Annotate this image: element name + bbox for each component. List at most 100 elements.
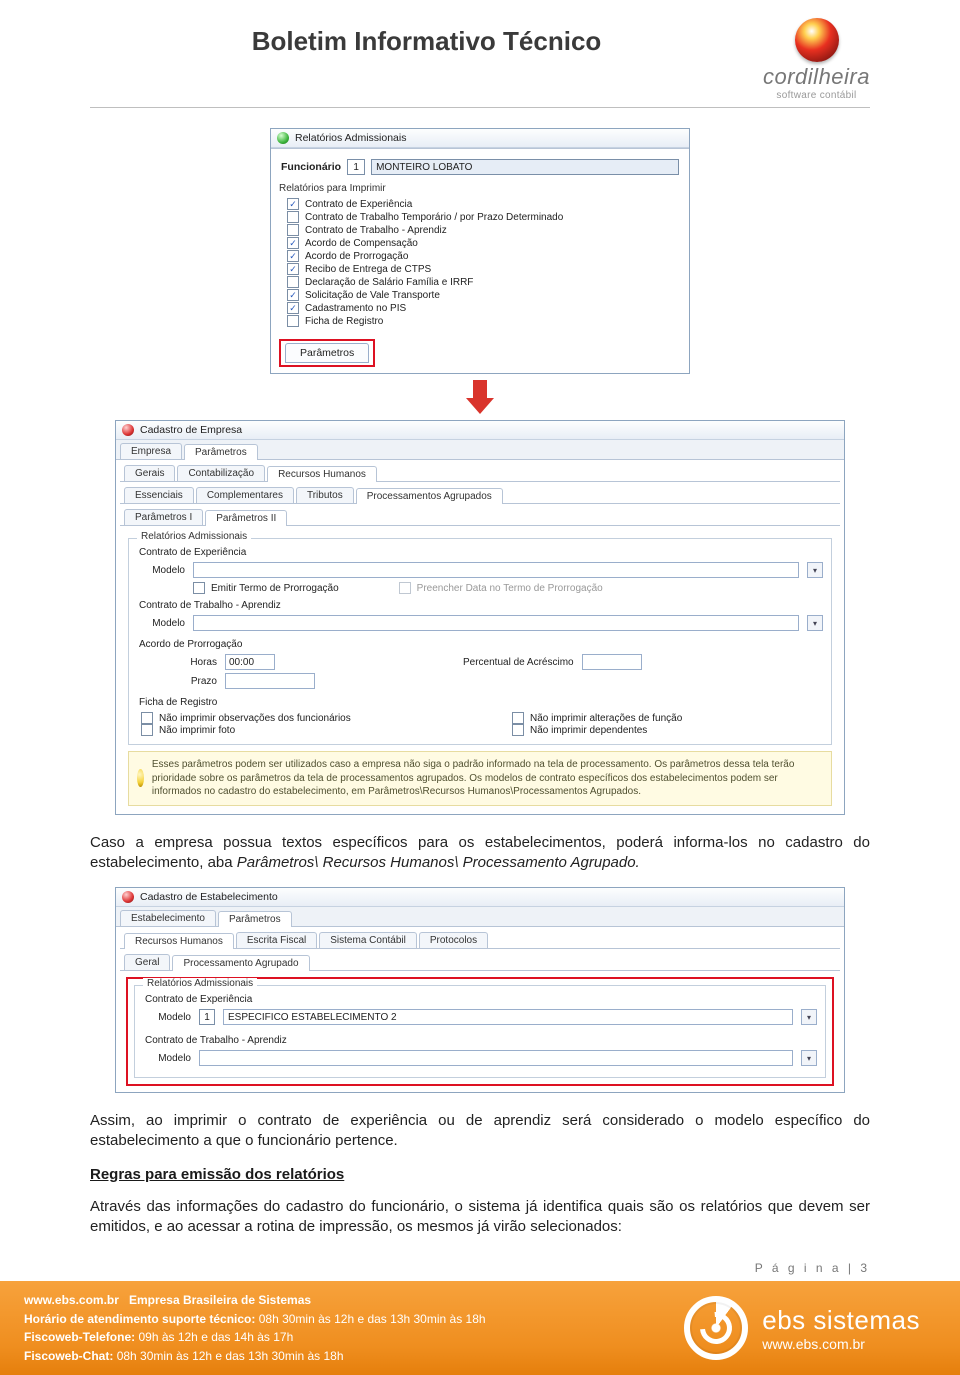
tab-gerais[interactable]: Gerais [124, 465, 175, 481]
tab-complementares[interactable]: Complementares [196, 487, 294, 503]
modelo-aprendiz-estab-dropdown[interactable]: ▾ [801, 1050, 817, 1066]
footer-line1-label: Horário de atendimento suporte técnico: [24, 1312, 255, 1326]
tab-par-metros-ii[interactable]: Parâmetros II [205, 510, 287, 526]
checkbox-row: Não imprimir foto [141, 724, 452, 736]
dialog-cadastro-estabelecimento: Cadastro de Estabelecimento Estabelecime… [115, 887, 845, 1093]
modelo-aprendiz-estab-input[interactable] [199, 1050, 793, 1066]
tab-par-metros[interactable]: Parâmetros [184, 444, 258, 460]
contrato-aprendiz-caption: Contrato de Trabalho - Aprendiz [145, 1035, 817, 1046]
modelo-experiencia-estab-input[interactable]: ESPECIFICO ESTABELECIMENTO 2 [223, 1009, 793, 1025]
paragraph-3: Através das informações do cadastro do f… [90, 1197, 870, 1238]
tab-par-metros[interactable]: Parâmetros [218, 911, 292, 927]
dialog3-title: Cadastro de Estabelecimento [140, 891, 278, 903]
horas-input[interactable]: 00:00 [225, 654, 275, 670]
list-caption: Relatórios para Imprimir [279, 183, 683, 194]
footer-info: www.ebs.com.br Empresa Brasileira de Sis… [24, 1291, 486, 1365]
page-footer: www.ebs.com.br Empresa Brasileira de Sis… [0, 1281, 960, 1375]
info-hint-box: Esses parâmetros podem ser utilizados ca… [128, 751, 832, 806]
checkbox-label: Não imprimir foto [159, 725, 235, 736]
parametros-tab[interactable]: Parâmetros [285, 343, 369, 363]
checkbox-label: Solicitação de Vale Transporte [305, 290, 440, 301]
dlg3-tabs-level2: Recursos HumanosEscrita FiscalSistema Co… [120, 929, 840, 948]
modelo-experiencia-dropdown[interactable]: ▾ [807, 562, 823, 578]
checkbox-row: Não imprimir observações dos funcionário… [141, 712, 452, 724]
checkbox[interactable] [512, 724, 524, 736]
footer-line3-value: 08h 30min às 12h e das 13h 30min às 18h [117, 1349, 344, 1363]
dialog1-titlebar: Relatórios Admissionais [271, 129, 689, 148]
checkbox-label: Não imprimir dependentes [530, 725, 647, 736]
tab-essenciais[interactable]: Essenciais [124, 487, 194, 503]
checkbox-label: Contrato de Experiência [305, 199, 412, 210]
percentual-label: Percentual de Acréscimo [463, 657, 574, 668]
tab-contabiliza-o[interactable]: Contabilização [177, 465, 265, 481]
checkbox[interactable] [287, 315, 299, 327]
checkbox[interactable] [287, 211, 299, 223]
tab-recursos-humanos[interactable]: Recursos Humanos [267, 466, 377, 482]
checkbox[interactable] [287, 198, 299, 210]
checkbox-row: Não imprimir dependentes [512, 724, 823, 736]
dialog2-titlebar: Cadastro de Empresa [116, 421, 844, 440]
checkbox-label: Acordo de Compensação [305, 238, 418, 249]
footer-url[interactable]: www.ebs.com.br [24, 1293, 119, 1307]
tab-geral[interactable]: Geral [124, 954, 170, 970]
chk-emitir-termo[interactable] [193, 582, 205, 594]
modelo-aprendiz-input[interactable] [193, 615, 799, 631]
checkbox[interactable] [287, 237, 299, 249]
tab-sistema-cont-bil[interactable]: Sistema Contábil [319, 932, 417, 948]
fieldset-relatorios-admissionais: Relatórios Admissionais Contrato de Expe… [128, 538, 832, 745]
checkbox[interactable] [287, 289, 299, 301]
ebs-brand-url[interactable]: www.ebs.com.br [762, 1336, 920, 1352]
modelo-label: Modelo [137, 565, 185, 576]
checkbox-row: Contrato de Experiência [287, 198, 683, 210]
checkbox-row: Contrato de Trabalho Temporário / por Pr… [287, 211, 683, 223]
dlg3-tabs-level3: GeralProcessamento Agrupado [120, 951, 840, 970]
checkbox[interactable] [141, 712, 153, 724]
paragraph-2: Assim, ao imprimir o contrato de experiê… [90, 1111, 870, 1152]
footer-line3-label: Fiscoweb-Chat: [24, 1349, 113, 1363]
tab-empresa[interactable]: Empresa [120, 443, 182, 459]
dlg2-tabs-level2: GeraisContabilizaçãoRecursos Humanos [120, 462, 840, 481]
checkbox[interactable] [512, 712, 524, 724]
dlg2-tabs-level4: Parâmetros IParâmetros II [120, 506, 840, 525]
tab-par-metros-i[interactable]: Parâmetros I [124, 509, 203, 525]
footer-line1-value: 08h 30min às 12h e das 13h 30min às 18h [259, 1312, 486, 1326]
horas-label: Horas [177, 657, 217, 668]
tab-tributos[interactable]: Tributos [296, 487, 354, 503]
tab-escrita-fiscal[interactable]: Escrita Fiscal [236, 932, 317, 948]
tab-processamentos-agrupados[interactable]: Processamentos Agrupados [356, 488, 503, 504]
tab-estabelecimento[interactable]: Estabelecimento [120, 910, 216, 926]
funcionario-id-field[interactable]: 1 [347, 159, 365, 175]
checkbox[interactable] [287, 263, 299, 275]
checkbox-label: Não imprimir alterações de função [530, 713, 682, 724]
paragraph-1: Caso a empresa possua textos específicos… [90, 833, 870, 874]
funcionario-label: Funcionário [281, 161, 341, 173]
tab-processamento-agrupado[interactable]: Processamento Agrupado [172, 955, 309, 971]
highlight-frame: Relatórios Admissionais Contrato de Expe… [126, 977, 834, 1086]
prazo-input[interactable] [225, 673, 315, 689]
tab-protocolos[interactable]: Protocolos [419, 932, 488, 948]
modelo-id-field[interactable]: 1 [199, 1009, 215, 1025]
page-header: Boletim Informativo Técnico cordilheira … [90, 0, 870, 101]
window-icon [122, 424, 134, 436]
checkbox[interactable] [287, 276, 299, 288]
modelo-aprendiz-dropdown[interactable]: ▾ [807, 615, 823, 631]
fieldset-relatorios-admissionais-estab: Relatórios Admissionais Contrato de Expe… [134, 985, 826, 1078]
ebs-brand-name: ebs sistemas [762, 1305, 920, 1336]
checkbox[interactable] [287, 302, 299, 314]
ficha-registro-caption: Ficha de Registro [139, 697, 823, 708]
checkbox-label: Ficha de Registro [305, 316, 383, 327]
header-divider [90, 107, 870, 108]
funcionario-name-field[interactable]: MONTEIRO LOBATO [371, 159, 679, 175]
dialog-relatorios-admissionais: Relatórios Admissionais Funcionário 1 MO… [270, 128, 690, 374]
percentual-input[interactable] [582, 654, 642, 670]
checkbox-row: Contrato de Trabalho - Aprendiz [287, 224, 683, 236]
modelo-experiencia-input[interactable] [193, 562, 799, 578]
modelo-label-aprendiz: Modelo [143, 1053, 191, 1064]
checkbox-row: Acordo de Compensação [287, 237, 683, 249]
checkbox[interactable] [287, 250, 299, 262]
checkbox[interactable] [141, 724, 153, 736]
modelo-experiencia-estab-dropdown[interactable]: ▾ [801, 1009, 817, 1025]
footer-line2-value: 09h às 12h e das 14h às 17h [138, 1330, 293, 1344]
tab-recursos-humanos[interactable]: Recursos Humanos [124, 933, 234, 949]
checkbox[interactable] [287, 224, 299, 236]
